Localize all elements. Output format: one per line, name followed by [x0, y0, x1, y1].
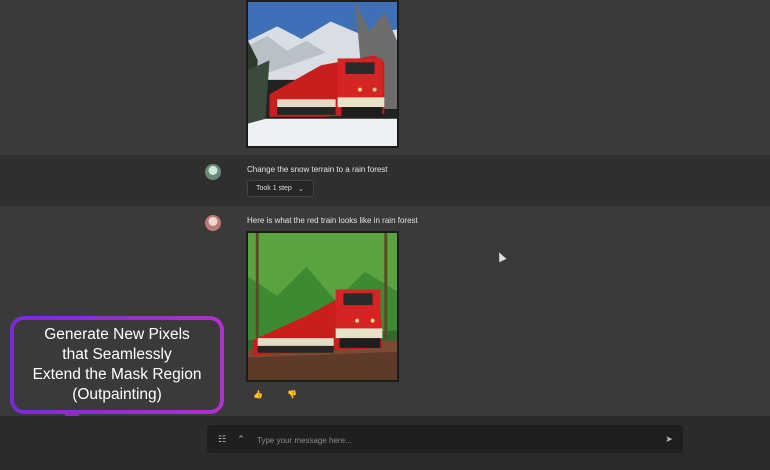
- double-chevron-up-icon[interactable]: ⌃: [235, 433, 247, 445]
- assistant-avatar: [205, 215, 221, 231]
- sliders-icon[interactable]: ☷: [216, 433, 228, 445]
- reaction-buttons: 👍 👎: [253, 390, 297, 399]
- generated-image-snow-train[interactable]: [246, 0, 399, 148]
- send-icon[interactable]: ➤: [663, 433, 675, 445]
- assistant-message-text: Here is what the red train looks like in…: [247, 216, 418, 225]
- thumbs-up-icon[interactable]: 👍: [253, 390, 263, 399]
- message-input[interactable]: [255, 431, 649, 449]
- message-input-container: ☷ ⌃ ➤: [207, 425, 683, 453]
- rainforest-train-picture: [248, 233, 397, 380]
- callout-line-3: Extend the Mask Region: [32, 366, 202, 383]
- mouse-cursor-icon: [495, 250, 507, 263]
- callout-text: Generate New Pixels that Seamlessly Exte…: [14, 320, 220, 410]
- callout-line-1: Generate New Pixels: [44, 326, 190, 343]
- thumbs-down-icon[interactable]: 👎: [287, 390, 297, 399]
- user-message-text: Change the snow terrain to a rain forest: [247, 165, 388, 174]
- user-message-row: [0, 155, 770, 206]
- step-pill-label: Took 1 step: [256, 185, 292, 192]
- generated-image-rainforest-train[interactable]: [246, 231, 399, 382]
- user-avatar: [205, 164, 221, 180]
- snow-train-picture: [248, 2, 397, 146]
- callout-line-4: (Outpainting): [72, 386, 162, 403]
- chevron-down-icon: ⌄: [297, 185, 304, 193]
- outpainting-caption-callout: Generate New Pixels that Seamlessly Exte…: [10, 316, 224, 414]
- callout-line-2: that Seamlessly: [62, 346, 172, 363]
- took-steps-dropdown[interactable]: Took 1 step ⌄: [247, 180, 314, 197]
